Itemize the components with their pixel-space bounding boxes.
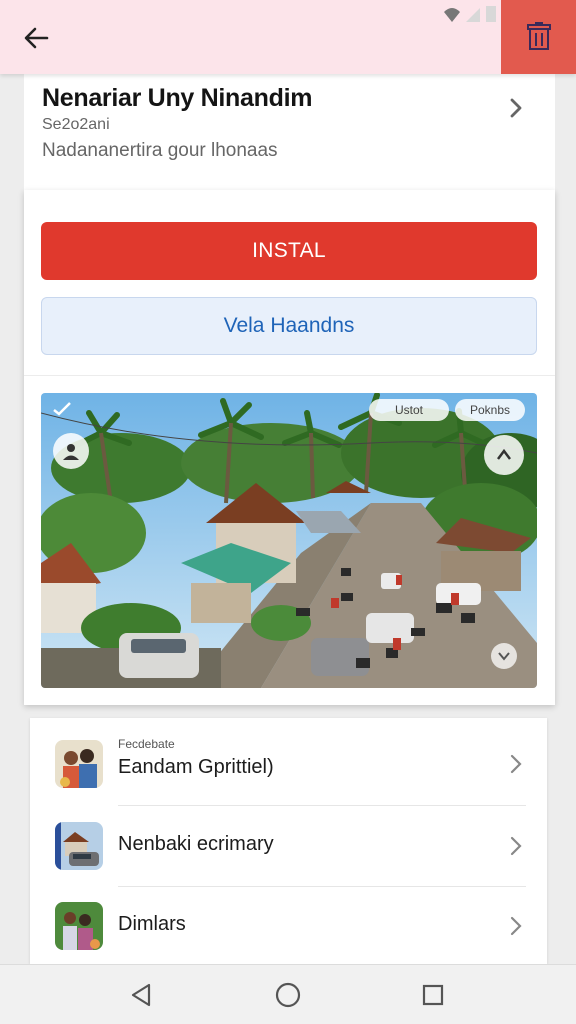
house-car-thumbnail [55,822,103,870]
user-icon[interactable] [53,433,89,469]
people-thumbnail [55,740,103,788]
nav-back-button[interactable] [126,980,156,1010]
nav-home-icon [275,982,301,1008]
list-item-caption: Fecdebate [118,737,175,751]
app-header-card: Nenariar Uny Ninandim Se2o2ani Nadananer… [24,74,555,190]
list-item-title: Eandam Gprittiel) [118,756,274,778]
check-icon [51,399,73,419]
app-description: Nadananertira gour lhonaas [42,140,278,161]
arrow-left-icon [24,27,49,49]
chevron-down-icon[interactable] [491,643,517,669]
list-item-title: Nenbaki ecrimary [118,833,274,855]
nav-back-icon [131,983,151,1007]
back-button[interactable] [18,22,54,54]
family-thumbnail [55,902,103,950]
trash-icon [526,22,551,50]
system-nav-bar [0,964,576,1024]
collapse-icon[interactable] [484,435,524,475]
list-item[interactable]: Fecdebate Eandam Gprittiel) [30,724,547,804]
chevron-right-icon[interactable] [504,96,528,120]
list-item[interactable]: Dimlars [30,886,547,966]
chevron-right-icon [510,916,522,936]
village-street-photo [41,393,537,688]
nav-recents-button[interactable] [418,980,448,1010]
nav-home-button[interactable] [273,980,303,1010]
list-item[interactable]: Nenbaki ecrimary [30,806,547,886]
divider [24,375,555,376]
photo-chip[interactable]: Poknbs [455,399,525,421]
status-bar-icons [440,4,500,24]
photo-chip[interactable]: Ustot [369,399,449,421]
nav-recents-icon [422,984,444,1006]
related-list: Fecdebate Eandam Gprittiel) Nenbaki ecri… [30,718,547,964]
chevron-right-icon [510,836,522,856]
top-app-bar [0,0,576,74]
app-detail-card: INSTAL Vela Haandns Ustot Poknbs [24,190,555,705]
delete-action-button[interactable] [501,0,576,74]
chevron-right-icon [510,754,522,774]
app-title: Nenariar Uny Ninandim [42,84,313,112]
list-item-title: Dimlars [118,913,186,935]
app-subtitle: Se2o2ani [42,116,110,133]
secondary-button[interactable]: Vela Haandns [41,297,537,355]
install-button[interactable]: INSTAL [41,222,537,280]
wifi-icon [444,6,496,22]
screenshot-image[interactable]: Ustot Poknbs [41,393,537,688]
